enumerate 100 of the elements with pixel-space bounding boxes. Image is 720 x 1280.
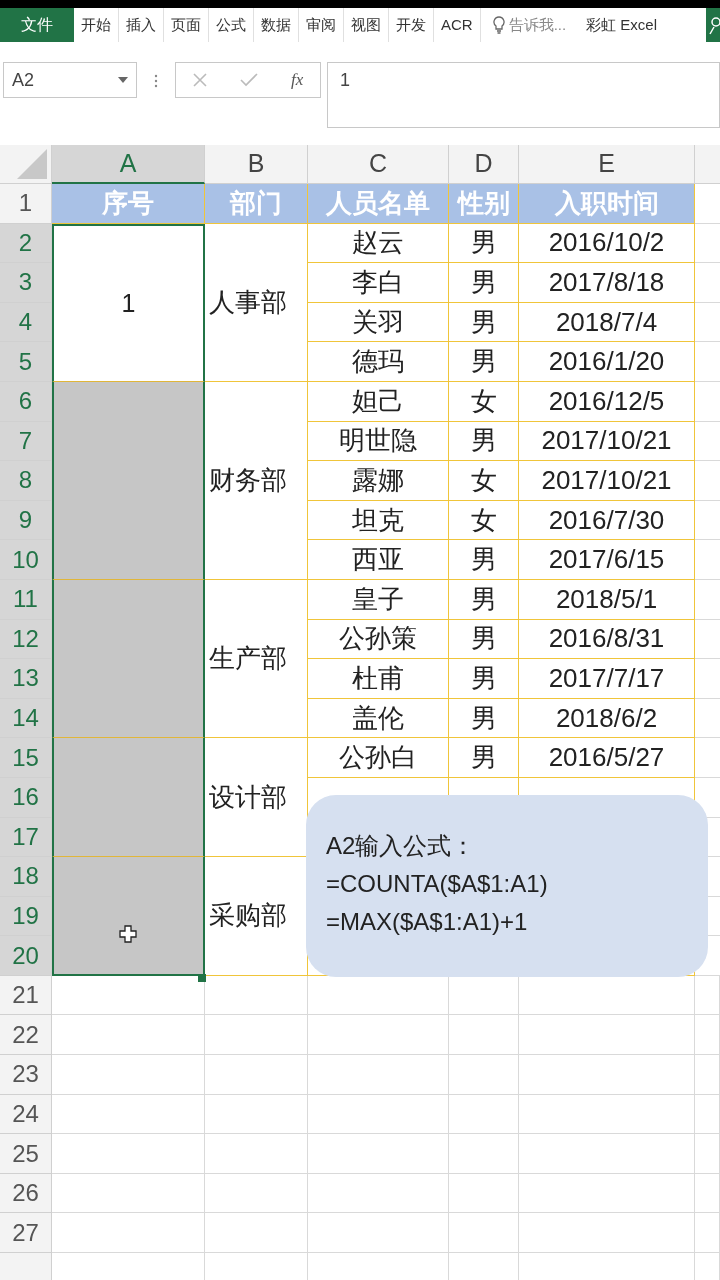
- name-cell: 德玛: [308, 342, 449, 382]
- user-icon[interactable]: [706, 8, 720, 42]
- date-cell: 2017/10/21: [519, 421, 695, 462]
- date-cell: 2016/12/5: [519, 381, 695, 422]
- name-cell: 明世隐: [308, 421, 449, 462]
- row-header[interactable]: 10: [0, 540, 52, 580]
- row-header[interactable]: 2: [0, 223, 52, 264]
- empty-cell: [695, 1134, 720, 1174]
- row-header[interactable]: 26: [0, 1173, 52, 1214]
- name-cell: 坦克: [308, 500, 449, 541]
- gender-cell: 男: [449, 619, 519, 660]
- name-cell: 李白: [308, 263, 449, 303]
- name-box[interactable]: A2: [3, 62, 137, 98]
- ribbon-tab[interactable]: 审阅: [299, 8, 344, 42]
- date-cell: 2018/5/1: [519, 579, 695, 620]
- table-header-cell: 部门: [205, 184, 308, 224]
- empty-cell: [695, 1213, 720, 1254]
- date-cell: 2017/7/17: [519, 659, 695, 699]
- row-header[interactable]: 13: [0, 659, 52, 699]
- row-header[interactable]: 14: [0, 698, 52, 739]
- tell-me-search[interactable]: 告诉我...: [480, 8, 579, 42]
- ribbon-tab[interactable]: 公式: [209, 8, 254, 42]
- ribbon-tab[interactable]: 页面: [164, 8, 209, 42]
- row-header[interactable]: 8: [0, 461, 52, 501]
- name-cell: 妲己: [308, 381, 449, 422]
- empty-cell: [695, 975, 720, 1016]
- enter-check-icon[interactable]: [239, 73, 258, 87]
- gender-cell: 女: [449, 500, 519, 541]
- cancel-icon[interactable]: [192, 73, 207, 87]
- addin-tab[interactable]: 彩虹 Excel: [578, 8, 666, 42]
- note-line: A2输入公式：: [326, 831, 477, 861]
- row-header[interactable]: 27: [0, 1213, 52, 1254]
- gender-cell: 女: [449, 461, 519, 501]
- row-header[interactable]: 11: [0, 579, 52, 620]
- row-header[interactable]: 25: [0, 1134, 52, 1174]
- column-header[interactable]: C: [308, 145, 449, 184]
- row-header[interactable]: 6: [0, 381, 52, 422]
- merged-cell[interactable]: 1: [52, 223, 205, 382]
- row-header[interactable]: 22: [0, 1015, 52, 1056]
- row-header[interactable]: 18: [0, 857, 52, 897]
- ribbon-tab[interactable]: ACR: [434, 8, 481, 42]
- ribbon-tab[interactable]: 插入: [119, 8, 164, 42]
- table-header-cell: 入职时间: [519, 184, 695, 224]
- date-cell: 2016/1/20: [519, 342, 695, 382]
- column-header[interactable]: D: [449, 145, 519, 184]
- note-line: =MAX($A$1:A1)+1: [326, 907, 529, 937]
- ribbon-tab[interactable]: 开始: [74, 8, 119, 42]
- department-cell: 生产部: [205, 579, 308, 739]
- insert-function-button[interactable]: fx: [291, 67, 304, 93]
- row-header[interactable]: 21: [0, 975, 52, 1016]
- empty-cell: [449, 1173, 519, 1214]
- row-header[interactable]: 3: [0, 263, 52, 303]
- row-header[interactable]: 9: [0, 500, 52, 541]
- ribbon-tab[interactable]: 开发: [389, 8, 434, 42]
- merged-cell[interactable]: [52, 857, 205, 976]
- date-cell: 2016/5/27: [519, 738, 695, 778]
- gender-cell: 男: [449, 698, 519, 739]
- date-cell: 2018/6/2: [519, 698, 695, 739]
- merged-cell[interactable]: [52, 738, 205, 858]
- row-header[interactable]: 1: [0, 184, 52, 224]
- row-header[interactable]: 12: [0, 619, 52, 660]
- table-header-cell: 人员名单: [308, 184, 449, 224]
- column-header[interactable]: A: [52, 145, 205, 184]
- row-header[interactable]: 15: [0, 738, 52, 778]
- empty-cell: [695, 1173, 720, 1214]
- ribbon-tab[interactable]: 数据: [254, 8, 299, 42]
- name-cell: 皇子: [308, 579, 449, 620]
- date-cell: 2017/8/18: [519, 263, 695, 303]
- empty-cell: [449, 1015, 519, 1056]
- row-header[interactable]: 17: [0, 817, 52, 858]
- table-header-cell: 序号: [52, 184, 205, 224]
- gender-cell: 男: [449, 659, 519, 699]
- file-tab[interactable]: 文件: [0, 8, 74, 42]
- row-header[interactable]: 20: [0, 936, 52, 976]
- empty-cell: [449, 1055, 519, 1095]
- date-cell: 2016/7/30: [519, 500, 695, 541]
- row-header[interactable]: 19: [0, 896, 52, 937]
- column-header[interactable]: E: [519, 145, 695, 184]
- merged-cell[interactable]: [52, 579, 205, 739]
- merged-cell[interactable]: [52, 381, 205, 580]
- row-header[interactable]: 16: [0, 777, 52, 818]
- column-header[interactable]: B: [205, 145, 308, 184]
- row-header[interactable]: 24: [0, 1094, 52, 1135]
- row-header[interactable]: 5: [0, 342, 52, 382]
- ribbon-tab[interactable]: 视图: [344, 8, 389, 42]
- gender-cell: 男: [449, 579, 519, 620]
- row-header[interactable]: 23: [0, 1055, 52, 1095]
- gender-cell: 男: [449, 302, 519, 343]
- more-options-icon[interactable]: [154, 74, 158, 88]
- row-header[interactable]: 4: [0, 302, 52, 343]
- row-header[interactable]: 7: [0, 421, 52, 462]
- gender-cell: 男: [449, 342, 519, 382]
- name-cell: 西亚: [308, 540, 449, 580]
- name-cell: 公孙白: [308, 738, 449, 778]
- dropdown-caret-icon: [118, 77, 128, 83]
- gender-cell: 男: [449, 263, 519, 303]
- empty-cell: [695, 1055, 720, 1095]
- fill-handle[interactable]: [198, 974, 206, 982]
- table-header-cell: 性别: [449, 184, 519, 224]
- formula-input[interactable]: 1: [327, 62, 720, 128]
